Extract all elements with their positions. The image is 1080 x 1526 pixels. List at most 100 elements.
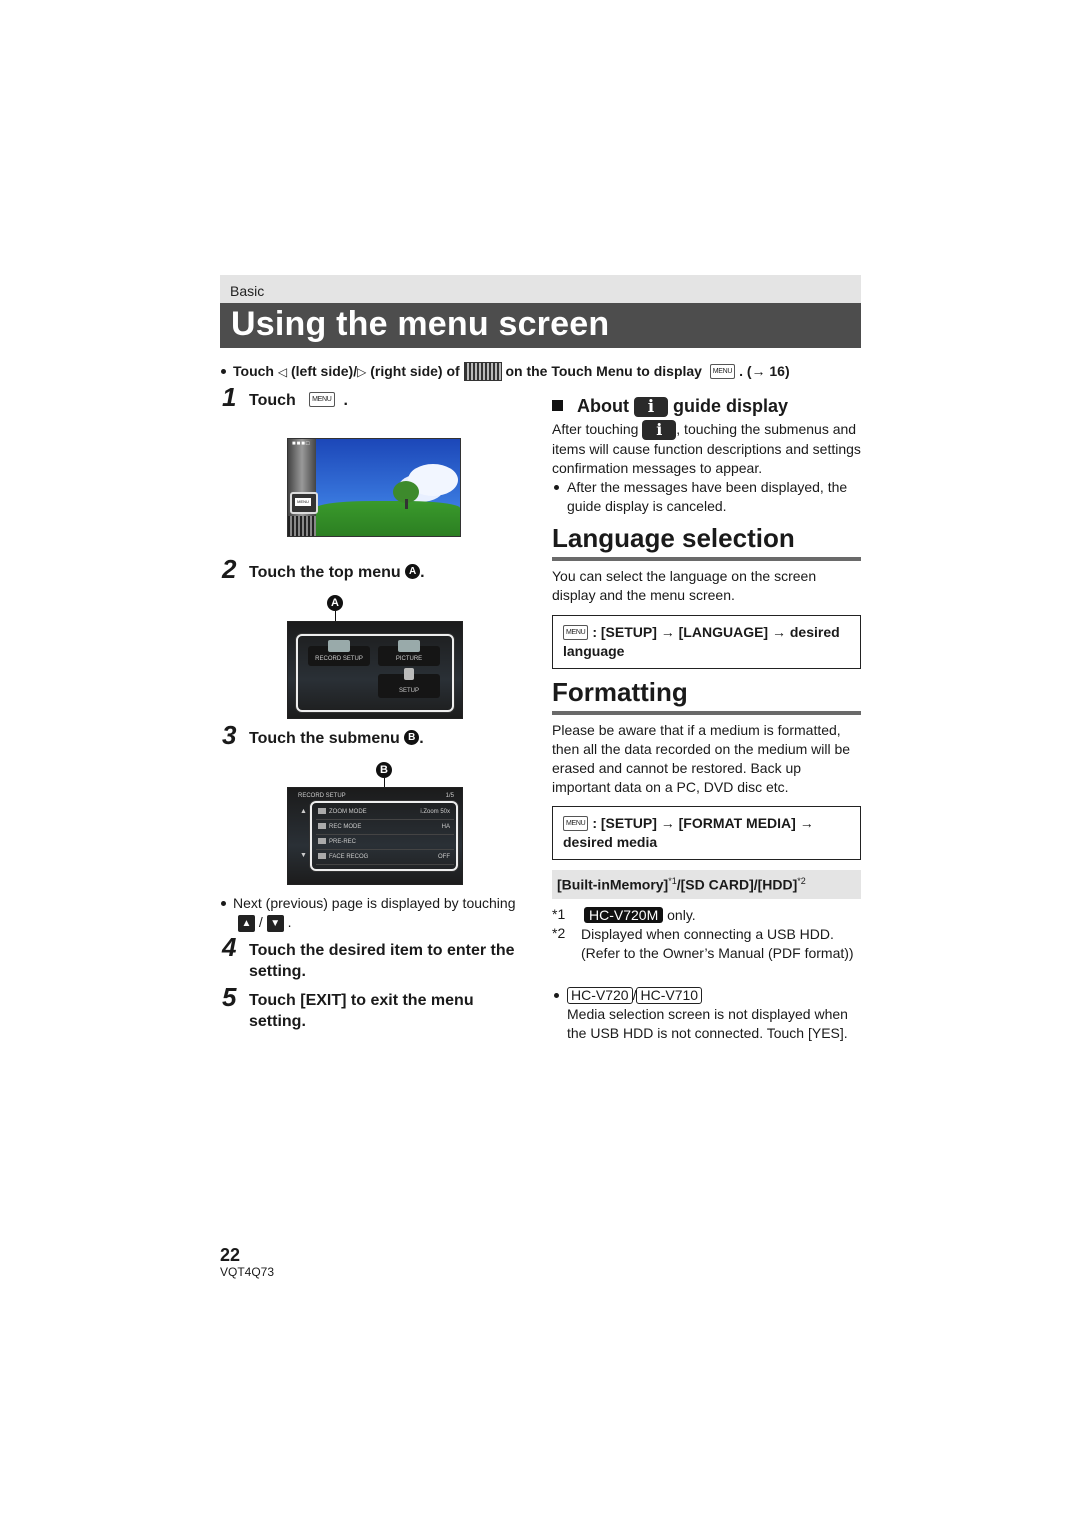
media-option-builtin: [Built-inMemory] — [557, 876, 669, 893]
screen-illustration-submenu: RECORD SETUP 1/5 ▲ ▼ ZOOM MODE i.Zoom 50x… — [287, 787, 463, 885]
page-title: Using the menu screen — [231, 305, 610, 343]
about-guide-bullet: After the messages have been displayed, … — [552, 478, 861, 516]
tile-setup: SETUP — [378, 668, 440, 698]
menu-icon: MENU — [709, 364, 736, 379]
media-options-band: [Built-inMemory]*1/[SD CARD]/[HDD]*2 — [552, 870, 861, 899]
row-label: PRE-REC — [329, 839, 357, 845]
section-label: Basic — [230, 283, 265, 299]
intro-ref: . (→ 16) — [739, 363, 790, 380]
step-4-number: 4 — [222, 932, 237, 962]
tile-label: SETUP — [398, 688, 419, 694]
step-3-number: 3 — [222, 720, 237, 750]
about-guide-heading: About i guide display — [552, 396, 861, 418]
indicator-dots: ■■■□ — [292, 441, 311, 447]
intro-left-side: (left side)/ — [290, 363, 358, 380]
language-heading: Language selection — [552, 523, 795, 553]
tile-label: RECORD SETUP — [315, 656, 363, 662]
doc-code: VQT4Q73 — [220, 1265, 275, 1279]
row-label: REC MODE — [329, 824, 362, 830]
footnote-ref-2: *2 — [797, 876, 806, 886]
language-path-box: MENU : [SETUP] → [LANGUAGE] → desired la… — [552, 615, 861, 669]
submenu-row: REC MODE HA — [316, 820, 454, 835]
screen-illustration-top-menu: RECORD SETUP PICTURE SETUP — [287, 621, 463, 719]
about-heading-pre: About — [577, 396, 629, 416]
formatting-heading: Formatting — [552, 677, 688, 707]
menu-icon: MENU — [295, 498, 311, 506]
square-bullet-icon — [552, 399, 563, 411]
menu-icon: MENU — [563, 815, 589, 831]
footnote-2-text: Displayed when connecting a USB HDD. (Re… — [581, 926, 854, 961]
step-3-label: Touch the submenu — [249, 730, 400, 747]
down-arrow-icon: ▼ — [266, 914, 284, 932]
submenu-page: 1/5 — [445, 793, 454, 799]
step-1-text: Touch MENU . — [249, 390, 348, 411]
face-recog-icon — [318, 853, 326, 860]
tile-picture: PICTURE — [378, 640, 440, 666]
page-note-text: Next (previous) page is displayed by tou… — [233, 895, 516, 911]
language-rule — [552, 557, 861, 561]
submenu-row: FACE RECOG OFF — [316, 850, 454, 865]
page-navigation-note: Next (previous) page is displayed by tou… — [221, 894, 531, 932]
callout-b: B — [376, 762, 392, 778]
left-triangle-icon: ◁ — [277, 365, 288, 380]
right-triangle-icon: ▷ — [357, 365, 367, 380]
step-5-number: 5 — [222, 982, 237, 1012]
formatting-path-box: MENU : [SETUP] → [FORMAT MEDIA] → desire… — [552, 806, 861, 860]
step-2-text: Touch the top menu A. — [249, 562, 425, 583]
model-badge: HC-V710 — [636, 987, 703, 1004]
zoom-icon — [318, 808, 326, 815]
info-icon: i — [634, 397, 668, 418]
step-2-number: 2 — [222, 554, 237, 584]
step-2-label: Touch the top menu — [249, 564, 401, 581]
menu-icon: MENU — [563, 624, 589, 640]
formatting-path: : [SETUP] → [FORMAT MEDIA] → desired med… — [563, 815, 814, 850]
about-body-pre: After touching — [552, 421, 639, 437]
bullet-icon — [554, 993, 559, 998]
intro-on-touch-menu: on the Touch Menu to display — [505, 363, 702, 380]
info-icon: i — [642, 420, 677, 441]
page-number: 22 — [220, 1245, 241, 1265]
footnote-1-mark: *1 — [552, 906, 566, 922]
step-5-text: Touch [EXIT] to exit the menu setting. — [249, 992, 474, 1030]
models-note-text: Media selection screen is not displayed … — [567, 1006, 848, 1041]
model-badge: HC-V720 — [567, 987, 633, 1004]
language-body: You can select the language on the scree… — [552, 568, 817, 603]
bullet-icon — [221, 369, 226, 374]
up-arrow-icon: ▲ — [238, 914, 255, 932]
screen-illustration-recording: ■■■□ MENU — [287, 438, 461, 537]
camera-icon — [328, 640, 350, 652]
bullet-icon — [554, 485, 559, 490]
footnote-ref-1: *1 — [668, 876, 677, 886]
models-note: HC-V720/HC-V710 Media selection screen i… — [552, 986, 861, 1043]
menu-button-highlight: MENU — [290, 492, 318, 514]
section-band: Basic — [220, 275, 861, 303]
grass-image — [316, 501, 460, 536]
model-badge: HC-V720M — [584, 907, 664, 923]
tile-record-setup: RECORD SETUP — [308, 640, 370, 666]
step-1-number: 1 — [222, 382, 237, 412]
row-label: FACE RECOG — [329, 854, 369, 860]
footnote-2-mark: *2 — [552, 925, 566, 941]
submenu-row: PRE-REC — [316, 835, 454, 850]
step-2-suffix: . — [420, 564, 425, 581]
bullet-icon — [221, 900, 226, 906]
media-option-rest: /[SD CARD]/[HDD] — [676, 876, 798, 893]
separator: / — [258, 914, 263, 930]
callout-b-icon: B — [404, 730, 420, 746]
row-value: i.Zoom 50x — [420, 809, 450, 815]
tile-label: PICTURE — [395, 656, 423, 662]
picture-icon — [398, 640, 420, 652]
touch-menu-icon — [463, 362, 502, 381]
menu-icon: MENU — [309, 392, 335, 408]
step-4-text: Touch the desired item to enter the sett… — [249, 942, 515, 980]
about-heading-post: guide display — [673, 396, 789, 416]
touch-menu-arrows — [288, 516, 316, 536]
step-1-suffix: . — [343, 392, 348, 409]
down-arrow-icon: ▼ — [300, 852, 307, 859]
formatting-body: Please be aware that if a medium is form… — [552, 722, 851, 795]
row-value: HA — [441, 824, 450, 830]
intro-right-side: (right side) of — [370, 363, 460, 380]
up-arrow-icon: ▲ — [300, 808, 307, 815]
about-bullet-text: After the messages have been displayed, … — [567, 479, 848, 514]
step-3-suffix: . — [419, 730, 424, 747]
